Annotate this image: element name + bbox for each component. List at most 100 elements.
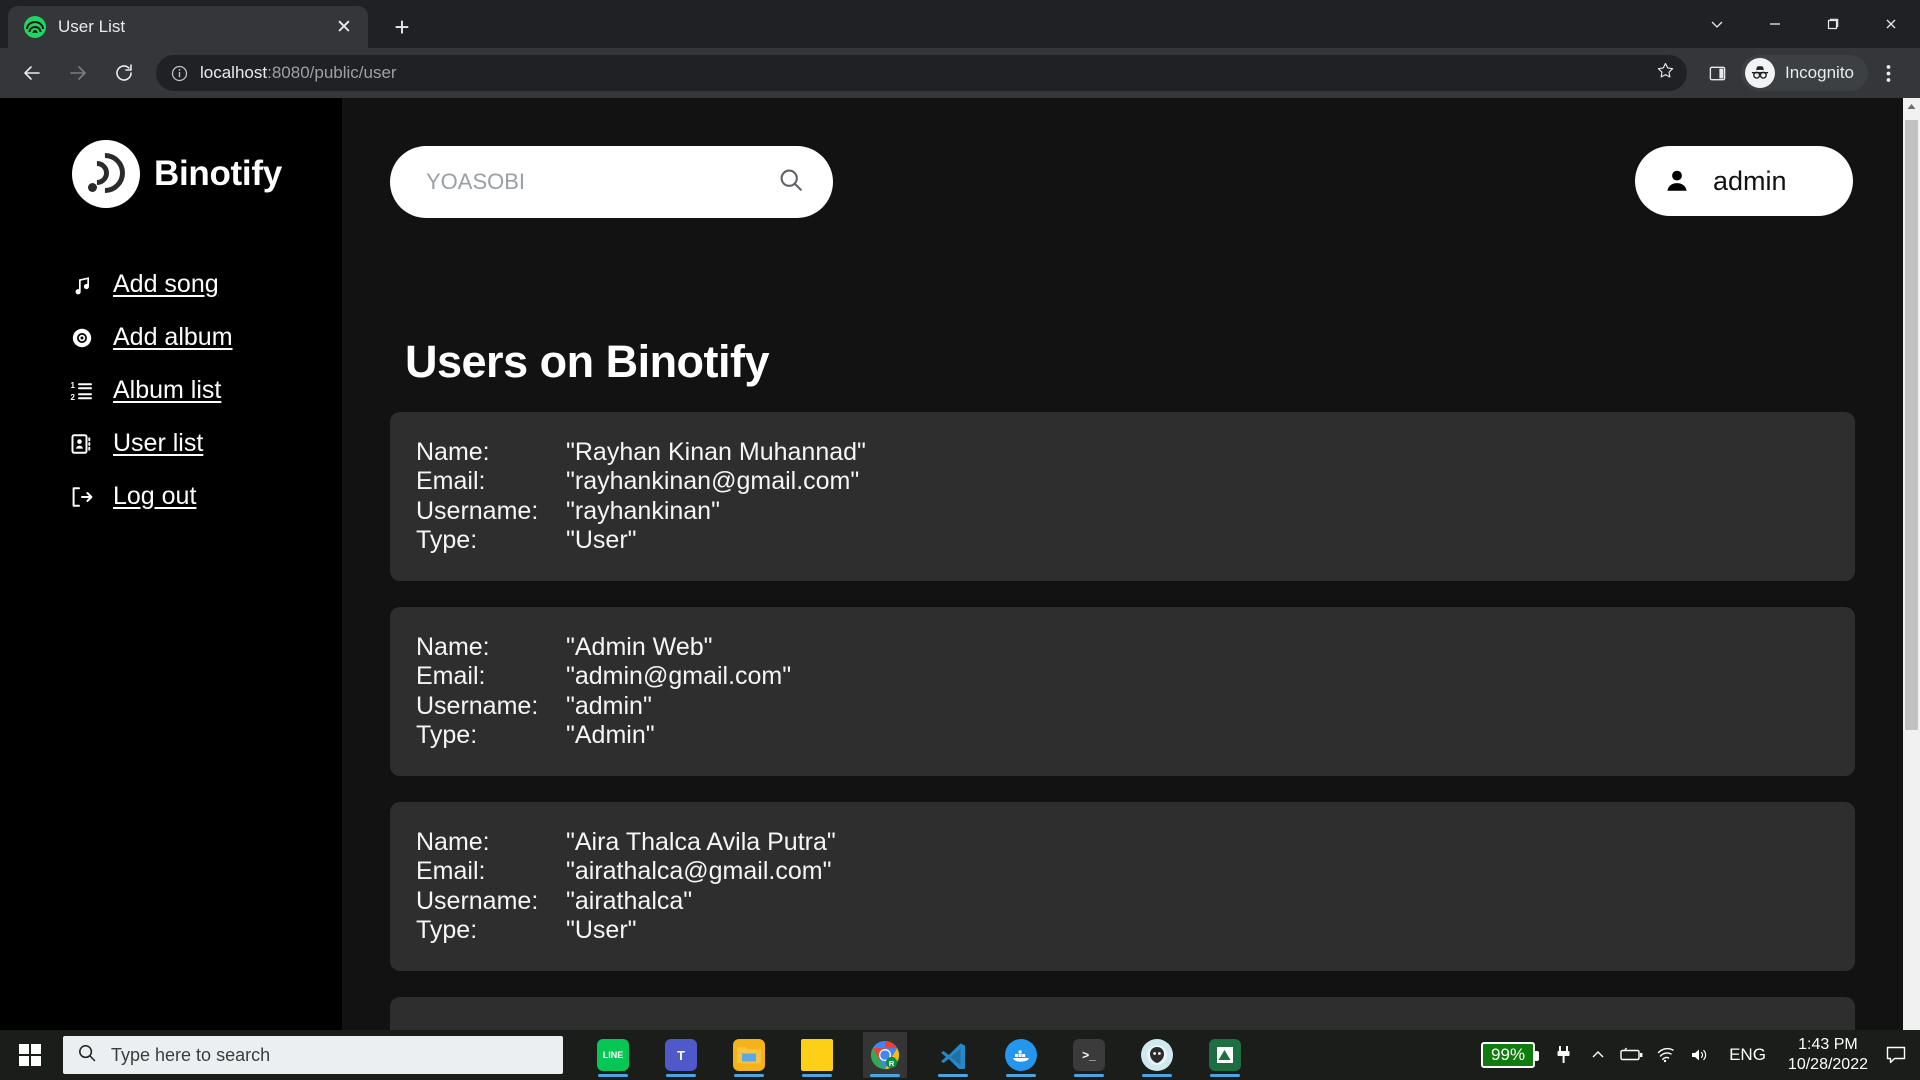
windows-taskbar: LINE T	[0, 1030, 1920, 1080]
side-panel-icon[interactable]	[1697, 53, 1737, 93]
back-button[interactable]	[12, 53, 52, 93]
google-chrome-icon: R	[869, 1039, 901, 1071]
chrome-menu-icon[interactable]	[1868, 53, 1908, 93]
field-value: "admin@gmail.com"	[566, 662, 792, 691]
incognito-profile-button[interactable]: Incognito	[1741, 55, 1868, 91]
taskbar-app-sticky-notes[interactable]	[795, 1032, 839, 1078]
page-scrollbar[interactable]	[1903, 98, 1920, 1030]
sidebar-nav: Add song Add album 12 Album list User li…	[0, 258, 342, 523]
user-email-row: Email: "rayhankinan@gmail.com"	[416, 467, 1855, 496]
taskbar-app-windows-terminal[interactable]: >_	[1067, 1032, 1111, 1078]
taskbar-app-excel[interactable]	[1203, 1032, 1247, 1078]
taskbar-app-gitkraken[interactable]	[1135, 1032, 1179, 1078]
taskbar-app-docker[interactable]	[999, 1032, 1043, 1078]
svg-text:2: 2	[71, 393, 76, 402]
minimize-icon[interactable]	[1746, 0, 1804, 48]
sidebar-item-add-album[interactable]: Add album	[70, 311, 342, 364]
user-email-row: Email: "airathalca@gmail.com"	[416, 857, 1855, 886]
user-name-row: Name: "Rayhan Kinan Muhannad"	[416, 438, 1855, 467]
system-tray: 99% ENG 1:43 PM 10/28/2022	[1481, 1030, 1920, 1080]
field-value: "airathalca@gmail.com"	[566, 857, 832, 886]
scrollbar-thumb[interactable]	[1905, 120, 1918, 730]
field-value: "Aira Thalca Avila Putra"	[566, 828, 836, 856]
forward-button[interactable]	[58, 53, 98, 93]
music-note-icon	[70, 273, 100, 297]
url-text: localhost:8080/public/user	[200, 63, 397, 83]
user-username-row: Username: "rayhankinan"	[416, 497, 1855, 526]
terminal-icon: >_	[1073, 1039, 1105, 1071]
microsoft-teams-icon: T	[665, 1039, 697, 1071]
language-indicator[interactable]: ENG	[1717, 1045, 1778, 1065]
field-label: Username:	[416, 496, 539, 525]
user-type-row: Type: "User"	[416, 526, 1855, 555]
windows-logo-icon	[19, 1044, 41, 1066]
file-explorer-icon	[733, 1039, 765, 1071]
person-icon	[1663, 167, 1691, 195]
address-bar[interactable]: localhost:8080/public/user	[156, 55, 1687, 91]
scroll-up-arrow-icon[interactable]	[1903, 98, 1920, 115]
close-tab-icon[interactable]: ✕	[330, 13, 358, 41]
field-label: Email:	[416, 467, 486, 496]
clock[interactable]: 1:43 PM 10/28/2022	[1778, 1035, 1878, 1075]
search-icon	[77, 1043, 97, 1068]
user-email-row: Email: "admin@gmail.com"	[416, 662, 1855, 691]
browser-tab[interactable]: User List ✕	[8, 6, 368, 48]
sidebar-label: Add song	[113, 270, 219, 298]
field-label: Email:	[416, 857, 486, 886]
user-card-partial	[390, 997, 1855, 1030]
taskbar-search-box[interactable]	[63, 1036, 563, 1074]
notification-icon[interactable]	[1878, 1030, 1914, 1080]
binotify-app: Binotify Add song Add album 1 2 Album li…	[0, 98, 1903, 1030]
search-box[interactable]	[390, 146, 833, 218]
start-button[interactable]	[0, 1030, 60, 1080]
field-label: Name:	[416, 633, 490, 661]
sign-out-icon	[70, 485, 100, 509]
field-label: Type:	[416, 525, 478, 554]
page-viewport: Binotify Add song Add album 1 2 Album li…	[0, 98, 1920, 1030]
url-host: localhost	[200, 63, 268, 82]
screen: User List ✕ + localhost:8080/public/user…	[0, 0, 1920, 1080]
content-area: admin Users on Binotify Name: "Rayhan Ki…	[342, 98, 1903, 1030]
browser-toolbar: localhost:8080/public/user Incognito	[0, 48, 1920, 98]
sidebar-item-log-out[interactable]: Log out	[70, 470, 342, 523]
sidebar-item-album-list[interactable]: 12 Album list	[70, 364, 342, 417]
clock-time: 1:43 PM	[1798, 1036, 1858, 1053]
taskbar-app-google-chrome[interactable]: R	[863, 1032, 907, 1078]
close-window-icon[interactable]	[1862, 0, 1920, 48]
reload-button[interactable]	[104, 53, 144, 93]
maximize-icon[interactable]	[1804, 0, 1862, 48]
brand-name: Binotify	[154, 154, 282, 193]
search-tabs-icon[interactable]	[1688, 0, 1746, 48]
chevron-up-icon[interactable]	[1581, 1030, 1615, 1080]
search-input[interactable]	[426, 169, 767, 195]
taskbar-app-file-explorer[interactable]	[727, 1032, 771, 1078]
user-card: Name: "Rayhan Kinan Muhannad" Email: "ra…	[390, 412, 1855, 581]
site-info-icon[interactable]	[168, 62, 190, 84]
taskbar-search-input[interactable]	[111, 1044, 549, 1066]
plug-icon[interactable]	[1547, 1030, 1581, 1080]
taskbar-app-visual-studio-code[interactable]	[931, 1032, 975, 1078]
svg-text:R: R	[889, 1059, 895, 1068]
user-type-row: Type: "User"	[416, 916, 1855, 945]
binotify-logo-icon	[72, 140, 140, 208]
user-name: admin	[1713, 165, 1787, 196]
clock-date: 10/28/2022	[1787, 1056, 1868, 1073]
bookmark-star-icon[interactable]	[1646, 61, 1675, 85]
visual-studio-code-icon	[937, 1039, 969, 1071]
battery-icon[interactable]	[1615, 1030, 1649, 1080]
battery-percent-badge[interactable]: 99%	[1481, 1042, 1540, 1068]
user-menu-button[interactable]: admin	[1635, 146, 1853, 216]
wifi-icon[interactable]	[1649, 1030, 1683, 1080]
taskbar-app-line[interactable]: LINE	[591, 1032, 635, 1078]
field-value: "Admin Web"	[566, 633, 713, 661]
search-icon[interactable]	[777, 166, 805, 199]
disc-icon	[70, 326, 100, 350]
excel-icon	[1209, 1039, 1241, 1071]
taskbar-app-microsoft-teams[interactable]: T	[659, 1032, 703, 1078]
new-tab-button[interactable]: +	[385, 12, 419, 42]
sidebar-item-user-list[interactable]: User list	[70, 417, 342, 470]
sidebar-item-add-song[interactable]: Add song	[70, 258, 342, 311]
volume-icon[interactable]	[1683, 1030, 1717, 1080]
tab-strip: User List ✕ +	[0, 0, 1920, 48]
ordered-list-icon: 12	[70, 379, 100, 403]
